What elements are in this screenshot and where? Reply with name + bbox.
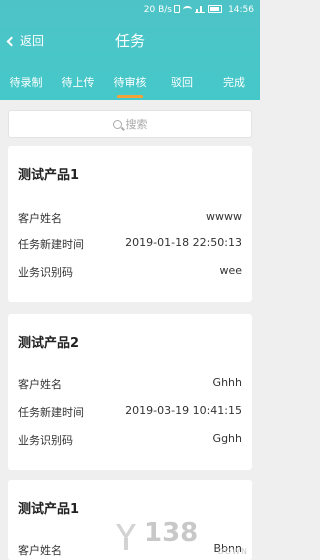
- field-value: 2019-03-19 10:41:15: [125, 404, 242, 417]
- field-label: 客户姓名: [18, 378, 62, 391]
- tab-pending-record[interactable]: 待录制: [0, 62, 52, 98]
- field-row: 客户姓名 Ghhh: [18, 376, 242, 392]
- page-title: 任务: [114, 32, 145, 50]
- card-title: 测试产品2: [18, 336, 80, 351]
- network-speed: 20 B/s: [143, 5, 172, 15]
- watermark-logo-icon: [116, 524, 136, 550]
- field-row: 业务识别码 wee: [18, 264, 242, 280]
- status-bar: 20 B/s 14:56: [0, 0, 260, 22]
- search-icon: [112, 119, 122, 129]
- clock: 14:56: [228, 5, 254, 15]
- tab-pending-review[interactable]: 待审核: [104, 62, 156, 98]
- watermark: 138 DOWN: [112, 518, 252, 556]
- search-placeholder: 搜索: [125, 118, 148, 131]
- task-card[interactable]: 测试产品1 客户姓名 wwww 任务新建时间 2019-01-18 22:50:…: [8, 146, 252, 302]
- field-label: 业务识别码: [18, 434, 73, 447]
- watermark-text: 138: [144, 518, 199, 548]
- nav-bar: 返回 任务: [0, 22, 260, 58]
- wifi-icon: [183, 5, 192, 13]
- field-value: Ghhh: [212, 376, 242, 389]
- field-label: 业务识别码: [18, 266, 73, 279]
- field-label: 客户姓名: [18, 212, 62, 225]
- tab-rejected[interactable]: 驳回: [156, 62, 208, 98]
- field-value: Gghh: [212, 432, 242, 445]
- status-icons: [174, 5, 222, 13]
- field-value: wee: [219, 264, 242, 277]
- field-label: 任务新建时间: [18, 406, 84, 419]
- field-row: 客户姓名 wwww: [18, 210, 242, 226]
- field-label: 任务新建时间: [18, 238, 84, 251]
- field-label: 客户姓名: [18, 544, 62, 557]
- field-row: 任务新建时间 2019-01-18 22:50:13: [18, 236, 242, 252]
- status-tabs: 待录制 待上传 待审核 驳回 完成: [0, 62, 260, 98]
- vibrate-icon: [174, 5, 180, 13]
- task-card[interactable]: 测试产品2 客户姓名 Ghhh 任务新建时间 2019-03-19 10:41:…: [8, 314, 252, 470]
- tab-pending-upload[interactable]: 待上传: [52, 62, 104, 98]
- field-row: 任务新建时间 2019-03-19 10:41:15: [18, 404, 242, 420]
- card-title: 测试产品1: [18, 502, 80, 517]
- field-value: 2019-01-18 22:50:13: [125, 236, 242, 249]
- watermark-subtext: DOWN: [217, 547, 248, 556]
- search-input[interactable]: 搜索: [8, 110, 252, 138]
- card-title: 测试产品1: [18, 168, 80, 183]
- field-row: 业务识别码 Gghh: [18, 432, 242, 448]
- signal-icon: [195, 5, 205, 13]
- battery-icon: [208, 5, 222, 13]
- field-value: wwww: [206, 210, 242, 223]
- tab-completed[interactable]: 完成: [208, 62, 260, 98]
